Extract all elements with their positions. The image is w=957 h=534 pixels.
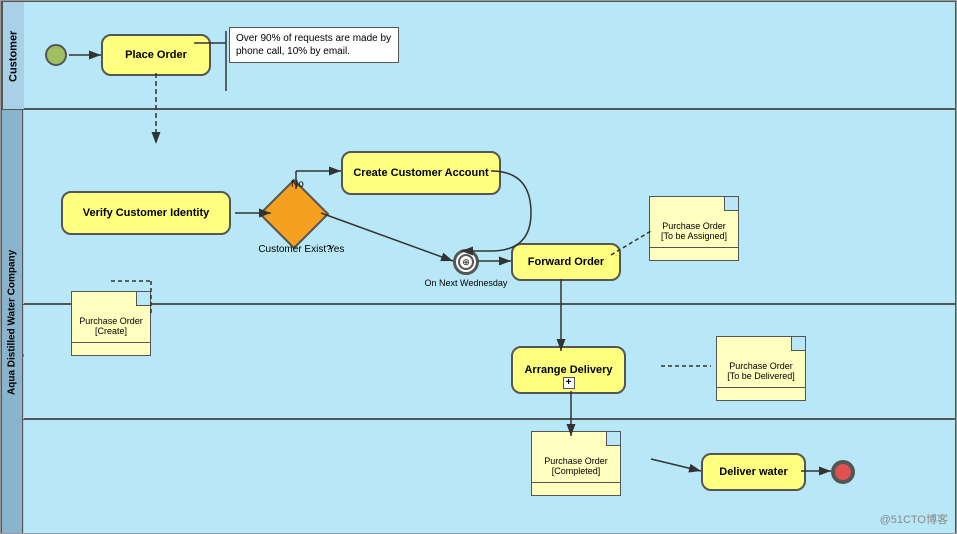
po-create-doc: Purchase Order [Create]: [71, 291, 151, 356]
place-order-task: Place Order: [101, 34, 211, 76]
verify-customer-task: Verify Customer Identity: [61, 191, 231, 235]
create-account-task: Create Customer Account: [341, 151, 501, 195]
gateway-yes-label: Yes: [328, 244, 344, 255]
subprocess-marker: +: [563, 377, 575, 389]
lane-worker: Worker: [1, 419, 956, 534]
forward-order-task: Forward Order: [511, 243, 621, 281]
annotation-box: Over 90% of requests are made by phone c…: [229, 27, 399, 63]
group-label: Aqua Distilled Water Company: [1, 109, 23, 534]
gateway-customer-exist: [269, 189, 319, 239]
po-completed-doc: Purchase Order [Completed]: [531, 431, 621, 496]
po-assigned-doc: Purchase Order [To be Assigned]: [649, 196, 739, 261]
po-delivered-doc: Purchase Order [To be Delivered]: [716, 336, 806, 401]
deliver-water-task: Deliver water: [701, 453, 806, 491]
arrange-delivery-task: Arrange Delivery +: [511, 346, 626, 394]
gateway-customer-exist-label: Customer Exist?: [255, 244, 335, 255]
intermediate-event-label: On Next Wednesday: [421, 278, 511, 288]
start-event: [45, 44, 67, 66]
gateway-no-label: No: [291, 179, 304, 190]
watermark: @51CTO博客: [880, 511, 948, 527]
intermediate-event: ⊕: [453, 249, 479, 275]
lane-label-customer: Customer: [2, 2, 24, 110]
diagram-container: Customer Customer Service Assistant Logi…: [0, 0, 957, 534]
end-event: [831, 460, 855, 484]
